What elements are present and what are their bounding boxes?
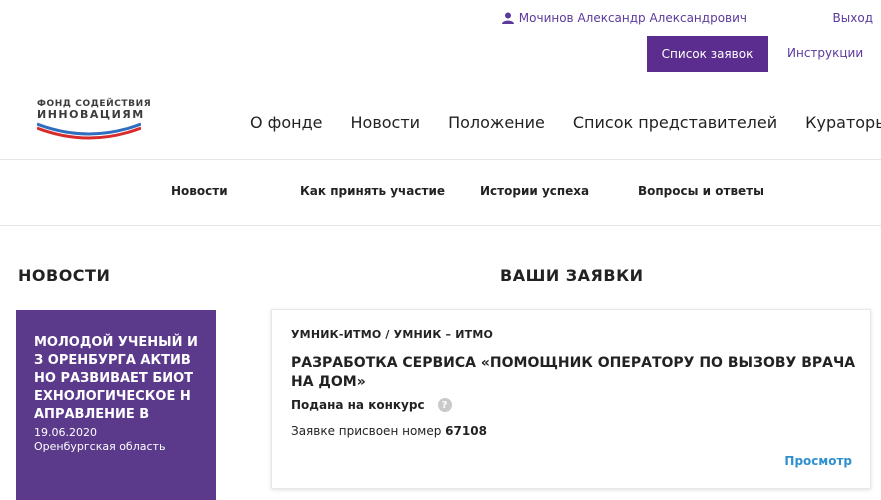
divider [0,159,881,160]
application-number-value: 67108 [445,424,487,438]
help-icon[interactable]: ? [437,398,452,412]
application-card: УМНИК-ИТМО / УМНИК – ИТМО РАЗРАБОТКА СЕР… [271,309,871,489]
main-nav-regulations[interactable]: Положение [448,113,545,132]
main-nav-news[interactable]: Новости [351,113,421,132]
main-nav-about[interactable]: О фонде [250,113,323,132]
application-number: Заявке присвоен номер 67108 [291,424,852,438]
user-icon [501,12,514,24]
logo[interactable]: ФОНД СОДЕЙСТВИЯ ИННОВАЦИЯМ [37,99,151,147]
top-bar: Мочинов Александр Александрович Выход Сп… [0,0,881,80]
sub-nav-news[interactable]: Новости [171,184,228,198]
applications-list-button[interactable]: Список заявок [647,36,768,72]
sub-nav-faq[interactable]: Вопросы и ответы [638,184,764,198]
application-number-label: Заявке присвоен номер [291,424,442,438]
main-nav-representatives[interactable]: Список представителей [573,113,777,132]
news-heading: НОВОСТИ [18,266,111,285]
user-name[interactable]: Мочинов Александр Александрович [519,11,747,25]
application-status: Подана на конкурс ? [291,398,852,412]
news-card-date: 19.06.2020 [34,426,97,439]
logo-swoosh-icon [37,122,141,140]
main-nav-curators[interactable]: Кураторы [805,113,881,132]
application-status-text: Подана на конкурс [291,398,425,412]
news-card-region: Оренбургская область [34,440,166,453]
application-program: УМНИК-ИТМО / УМНИК – ИТМО [291,328,494,341]
news-card[interactable]: МОЛОДОЙ УЧЕНЫЙ ИЗ ОРЕНБУРГА АКТИВНО РАЗВ… [16,310,216,500]
divider [0,225,881,226]
sub-nav-how-to-participate[interactable]: Как принять участие [300,184,445,198]
logout-link[interactable]: Выход [833,11,873,25]
applications-heading: ВАШИ ЗАЯВКИ [500,266,644,285]
application-title: РАЗРАБОТКА СЕРВИСА «ПОМОЩНИК ОПЕРАТОРУ П… [291,355,856,390]
sub-nav-success-stories[interactable]: Истории успеха [480,184,589,198]
main-nav: О фонде Новости Положение Список предста… [250,113,881,132]
user-menu[interactable]: Мочинов Александр Александрович [501,11,747,25]
instructions-link[interactable]: Инструкции [787,46,863,60]
application-view-link[interactable]: Просмотр [784,454,852,468]
news-card-title[interactable]: МОЛОДОЙ УЧЕНЫЙ ИЗ ОРЕНБУРГА АКТИВНО РАЗВ… [34,334,200,424]
